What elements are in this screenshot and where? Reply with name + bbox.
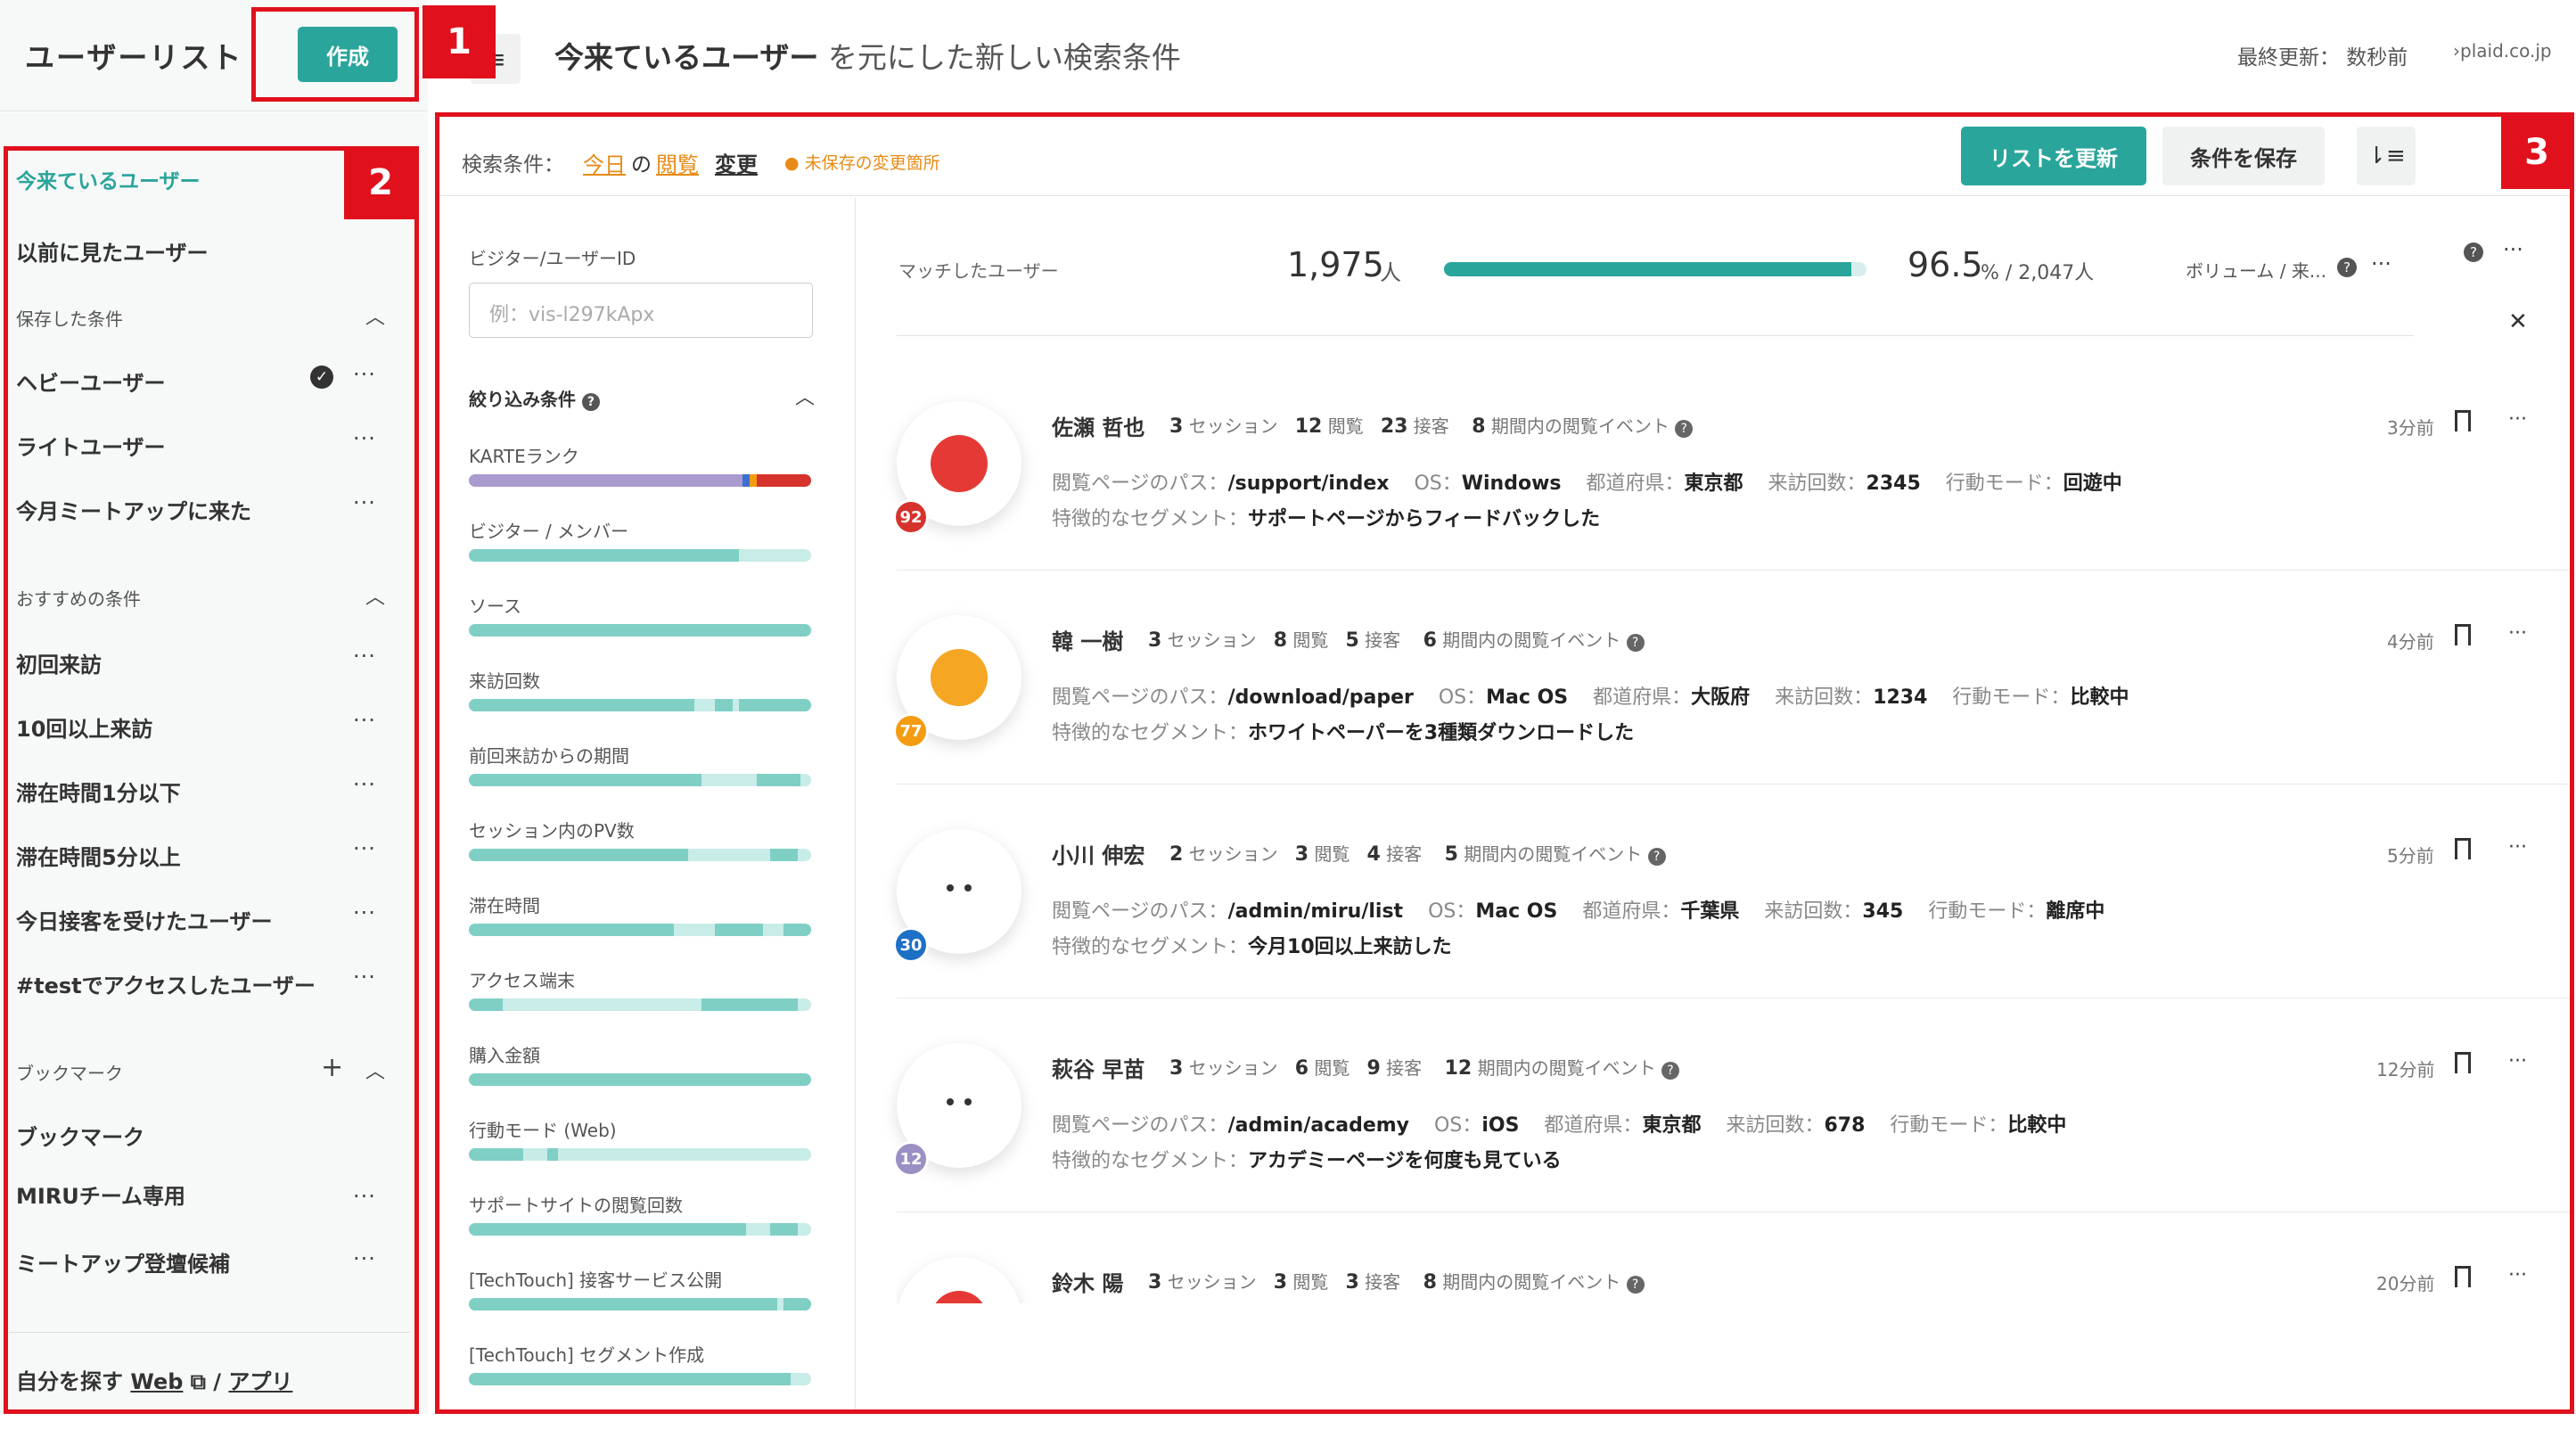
annotation-box-3 (435, 112, 2574, 1414)
annotation-box-2 (4, 146, 419, 1414)
annotation-label-2: 2 (344, 146, 417, 219)
annotation-box-1 (251, 7, 419, 102)
domain-text: ›plaid.co.jp (2453, 40, 2552, 62)
annotation-label-1: 1 (422, 5, 496, 78)
app-title: ユーザーリスト (25, 40, 243, 75)
annotation-label-3: 3 (2501, 116, 2572, 189)
title-main: 今来ているユーザー (554, 40, 819, 75)
title-sub: を元にした新しい検索条件 (827, 40, 1181, 75)
page-title: 今来ているユーザー を元にした新しい検索条件 (554, 34, 1181, 77)
last-update-text: 最終更新： 数秒前 (2237, 46, 2408, 70)
